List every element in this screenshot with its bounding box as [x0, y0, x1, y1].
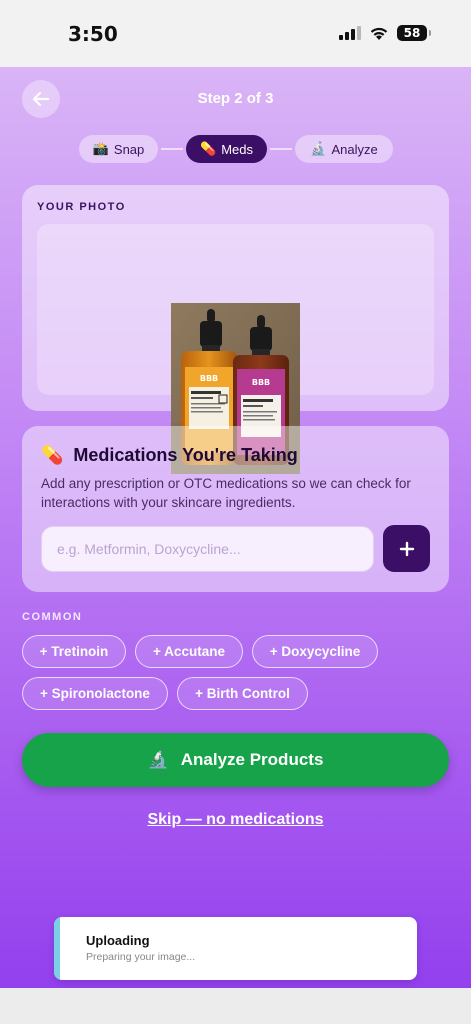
- pill-icon: 💊: [41, 445, 64, 465]
- bottom-bar: [0, 988, 471, 1024]
- upload-toast: Uploading Preparing your image...: [54, 917, 417, 980]
- step-connector: [270, 148, 292, 150]
- step-snap[interactable]: 📸 Snap: [79, 135, 158, 163]
- toast-title: Uploading: [86, 933, 150, 948]
- medications-description: Add any prescription or OTC medications …: [41, 476, 411, 510]
- svg-text:BBB: BBB: [252, 378, 270, 387]
- analyze-products-button[interactable]: 🔬 Analyze Products: [22, 733, 449, 787]
- clock: 3:50: [68, 22, 118, 46]
- analyze-products-label: Analyze Products: [180, 750, 324, 769]
- step-analyze-label: Analyze: [331, 141, 378, 157]
- status-bar: 3:50 58: [0, 0, 471, 67]
- skip-link[interactable]: Skip — no medications: [0, 811, 471, 829]
- pill-icon: 💊: [200, 141, 217, 156]
- chip-spironolactone[interactable]: + Spironolactone: [22, 677, 168, 710]
- step-meds-label: Meds: [221, 141, 253, 157]
- medication-input[interactable]: [41, 526, 374, 572]
- chip-tretinoin[interactable]: + Tretinoin: [22, 635, 126, 668]
- chip-birth-control[interactable]: + Birth Control: [177, 677, 308, 710]
- chip-accutane[interactable]: + Accutane: [135, 635, 243, 668]
- signal-icon: [339, 26, 361, 40]
- add-medication-button[interactable]: [383, 525, 430, 572]
- microscope-icon: 🔬: [310, 141, 327, 156]
- svg-text:BBB: BBB: [200, 374, 218, 383]
- step-connector: [161, 148, 183, 150]
- camera-icon: 📸: [92, 141, 109, 156]
- step-snap-label: Snap: [113, 141, 145, 157]
- toast-accent-bar: [54, 917, 60, 980]
- step-analyze[interactable]: 🔬 Analyze: [295, 135, 393, 163]
- medications-title-text: Medications You're Taking: [73, 445, 298, 465]
- microscope-icon: 🔬: [147, 750, 169, 769]
- wifi-icon: [370, 27, 388, 40]
- common-label: COMMON: [22, 611, 83, 623]
- photo-card-label: YOUR PHOTO: [37, 201, 126, 213]
- medications-title: 💊 Medications You're Taking: [41, 445, 298, 466]
- plus-icon: [399, 541, 414, 556]
- step-title: Step 2 of 3: [197, 90, 274, 107]
- chip-doxycycline[interactable]: + Doxycycline: [252, 635, 378, 668]
- status-icons: 58: [339, 25, 431, 41]
- toast-subtitle: Preparing your image...: [86, 951, 196, 963]
- app-screen: Step 2 of 3 📸 Snap 💊 Meds 🔬 Analyze YOUR…: [0, 67, 471, 988]
- battery-icon: 58: [397, 25, 431, 41]
- medications-card: 💊 Medications You're Taking Add any pres…: [22, 426, 449, 592]
- step-meds[interactable]: 💊 Meds: [186, 135, 267, 163]
- progress-stepper: 📸 Snap 💊 Meds 🔬 Analyze: [0, 135, 471, 163]
- photo-card: YOUR PHOTO BBB BBB: [22, 185, 449, 474]
